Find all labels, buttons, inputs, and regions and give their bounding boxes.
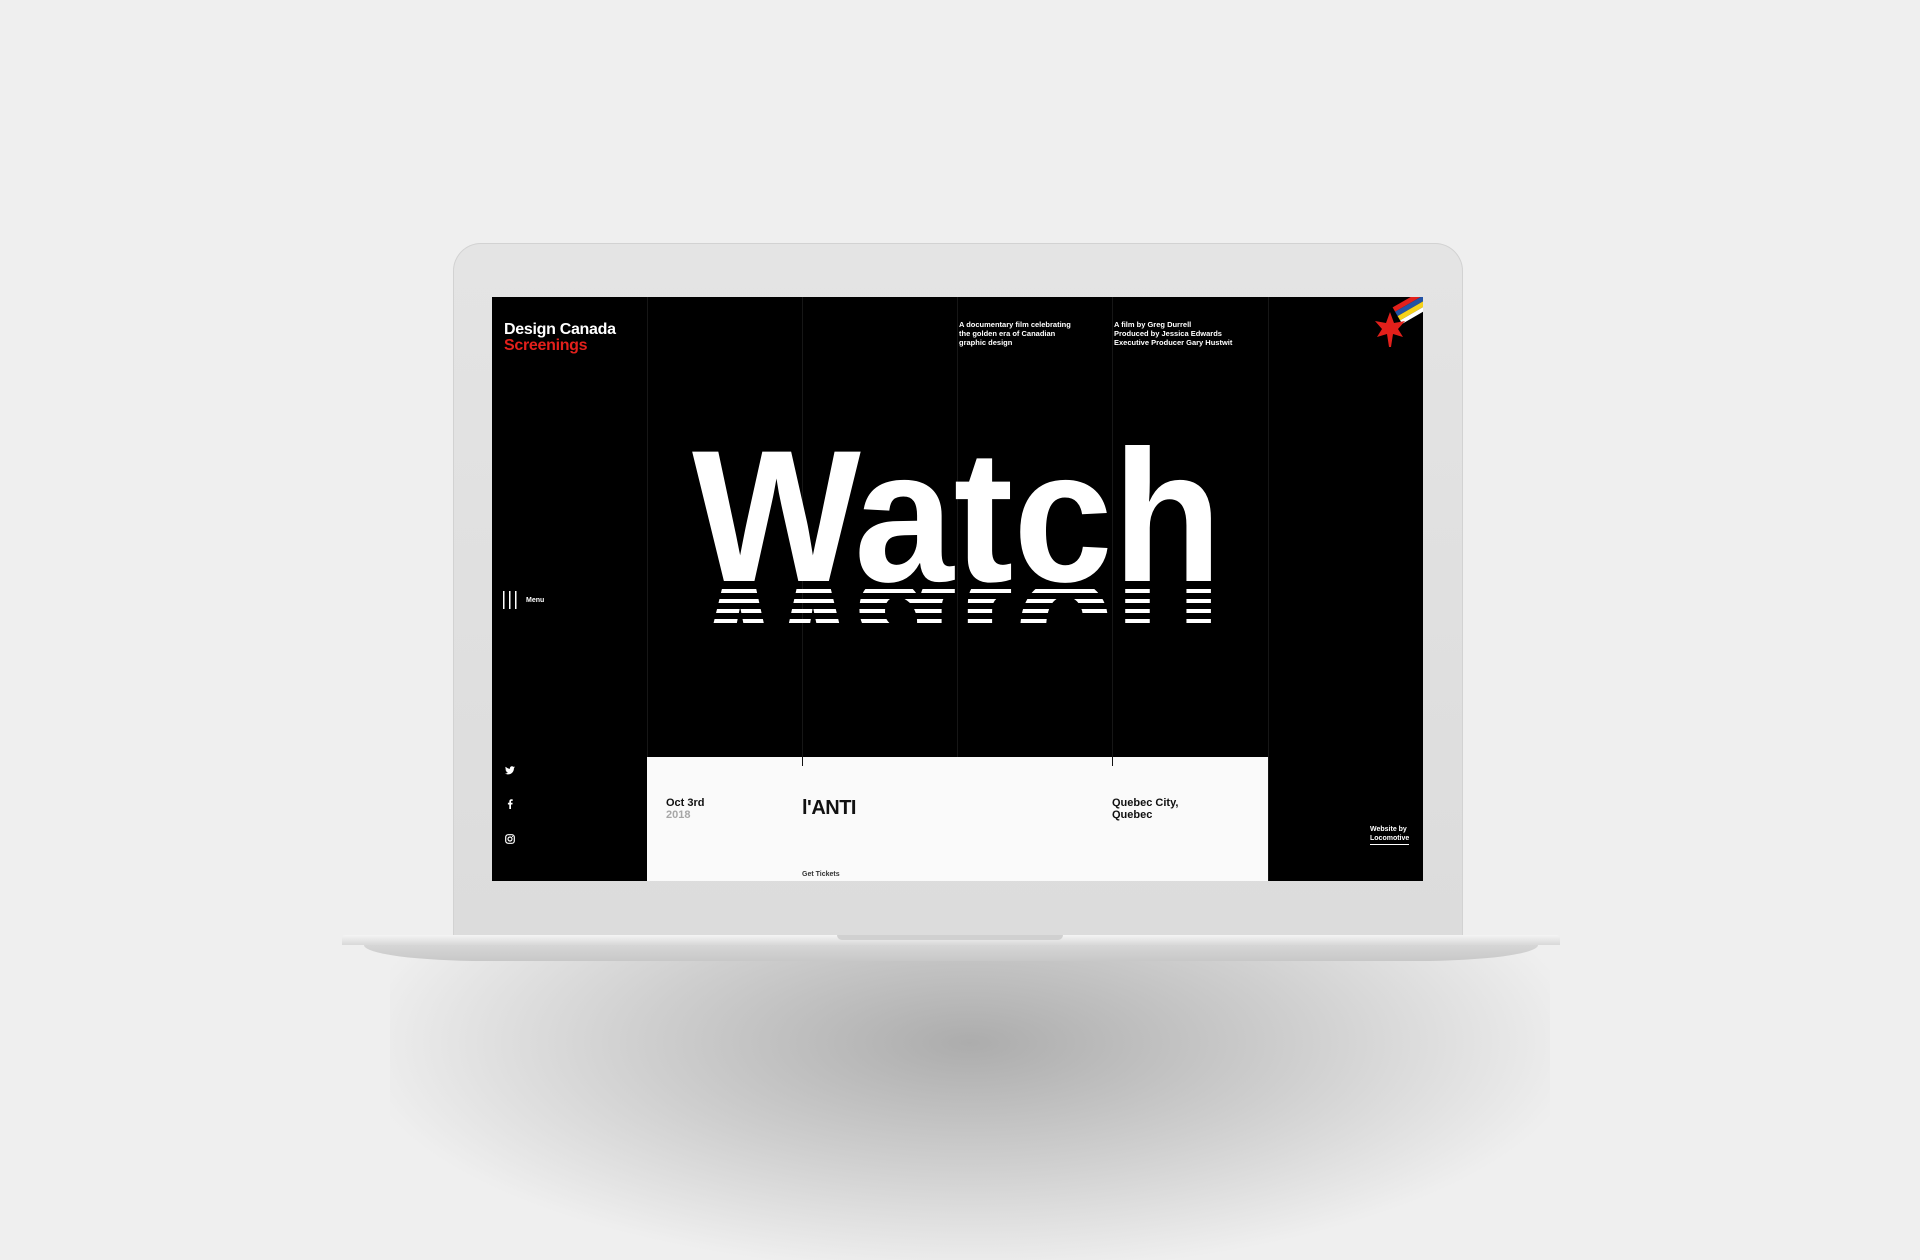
laptop-screen: Design Canada Screenings A documentary f… xyxy=(492,297,1423,881)
city-line: Quebec City, xyxy=(1112,797,1179,809)
maple-leaf-rainbow-icon[interactable] xyxy=(1372,297,1423,363)
credit-line: Website by xyxy=(1370,826,1407,833)
screening-card: Oct 3rd 2018 l'ANTI Quebec City, Quebec … xyxy=(647,756,1268,881)
card-divider xyxy=(1112,756,1113,766)
brand-title: Design Canada xyxy=(504,321,616,338)
laptop-notch xyxy=(837,935,1063,940)
menu-button[interactable]: Menu xyxy=(502,591,544,609)
menu-label: Menu xyxy=(526,596,545,604)
facebook-icon xyxy=(507,799,513,809)
credit-agency: Locomotive xyxy=(1370,834,1410,845)
twitter-link[interactable] xyxy=(503,763,517,777)
laptop-base-lip xyxy=(364,945,1538,961)
get-tickets-link[interactable]: Get Tickets xyxy=(802,871,840,878)
screening-day: Oct 3rd xyxy=(666,797,705,809)
site-logo-text[interactable]: Design Canada Screenings xyxy=(504,322,616,354)
screening-venue: l'ANTI xyxy=(802,797,856,819)
screening-city: Quebec City, Quebec xyxy=(1112,797,1178,821)
twitter-icon xyxy=(505,765,515,774)
description-line: the golden era of Canadian xyxy=(959,329,1056,338)
hero-word: Watch xyxy=(692,445,1222,621)
instagram-link[interactable] xyxy=(503,832,517,846)
description-line: A documentary film celebrating xyxy=(959,320,1071,329)
laptop-shadow xyxy=(390,950,1550,1260)
menu-bars-icon xyxy=(503,591,517,609)
screening-year: 2018 xyxy=(666,809,691,821)
credits-line: Executive Producer Gary Hustwit xyxy=(1114,338,1233,347)
film-description: A documentary film celebrating the golde… xyxy=(959,320,1071,347)
brand-subtitle: Screenings xyxy=(504,337,588,354)
film-credits: A film by Greg Durrell Produced by Jessi… xyxy=(1114,320,1232,347)
credits-line: A film by Greg Durrell xyxy=(1114,320,1192,329)
facebook-link[interactable] xyxy=(503,797,517,811)
credits-line: Produced by Jessica Edwards xyxy=(1114,329,1222,338)
instagram-icon xyxy=(505,834,515,844)
city-line: Quebec xyxy=(1112,809,1153,821)
description-line: graphic design xyxy=(959,338,1013,347)
screening-date: Oct 3rd 2018 xyxy=(666,797,705,821)
website-credit-link[interactable]: Website by Locomotive xyxy=(1370,825,1410,845)
card-divider xyxy=(802,756,803,766)
hero-watch-text: Watch Watch xyxy=(692,445,1222,623)
